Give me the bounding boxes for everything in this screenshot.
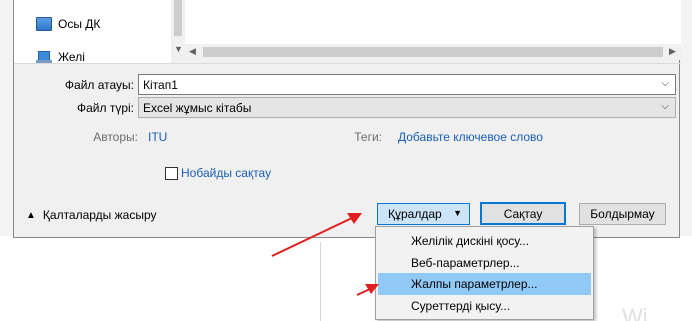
annotation-arrow-tools <box>271 213 362 257</box>
annotation-arrows <box>271 213 379 296</box>
annotation-arrow-general-options <box>356 284 379 296</box>
